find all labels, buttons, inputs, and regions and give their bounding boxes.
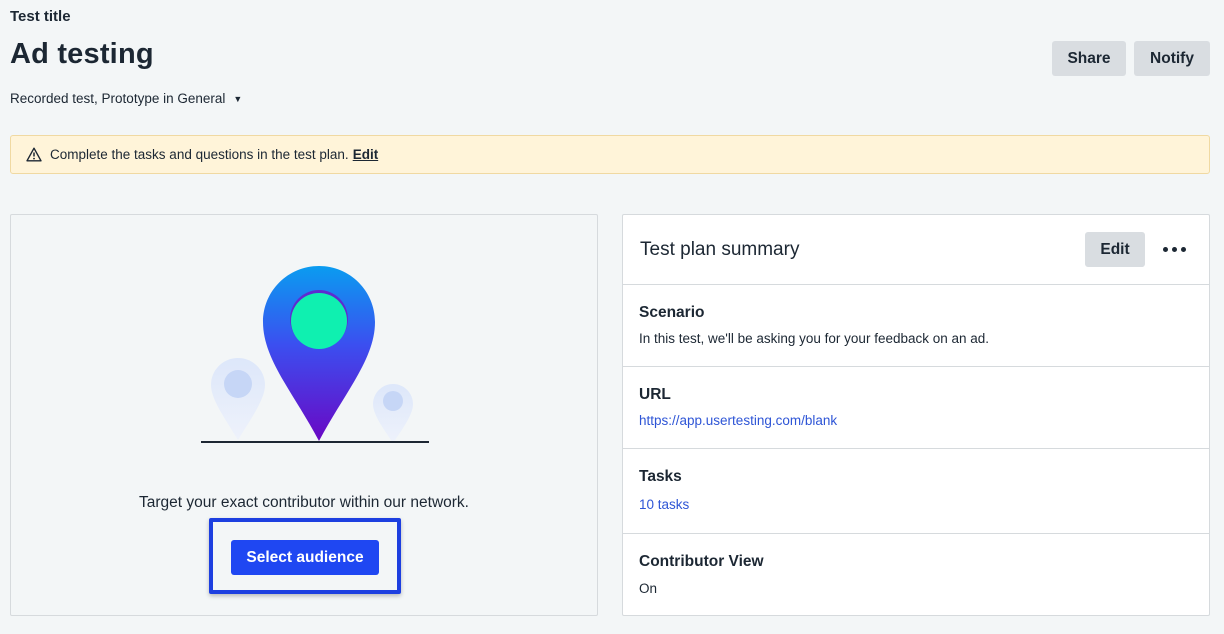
summary-header: Test plan summary Edit — [623, 215, 1209, 285]
scenario-section: Scenario In this test, we'll be asking y… — [623, 285, 1209, 367]
contributor-view-section: Contributor View On — [623, 534, 1209, 616]
url-section: URL https://app.usertesting.com/blank — [623, 367, 1209, 449]
alert-edit-link[interactable]: Edit — [353, 147, 379, 162]
notify-button[interactable]: Notify — [1134, 41, 1210, 76]
caret-down-icon: ▼ — [233, 93, 243, 104]
scenario-value: In this test, we'll be asking you for yo… — [639, 331, 990, 346]
url-link[interactable]: https://app.usertesting.com/blank — [639, 413, 837, 428]
select-audience-highlight: Select audience — [209, 518, 401, 594]
alert-message: Complete the tasks and questions in the … — [50, 147, 349, 162]
scenario-label: Scenario — [639, 304, 705, 321]
url-label: URL — [639, 386, 671, 403]
share-button[interactable]: Share — [1052, 41, 1126, 76]
audience-prompt: Target your exact contributor within our… — [139, 494, 469, 511]
summary-title: Test plan summary — [640, 239, 800, 260]
tasks-section: Tasks 10 tasks — [623, 449, 1209, 534]
tasks-link[interactable]: 10 tasks — [639, 497, 689, 512]
select-audience-button[interactable]: Select audience — [231, 540, 379, 575]
page-title: Ad testing — [10, 38, 154, 70]
contributor-view-value: On — [639, 581, 658, 596]
contributor-view-label: Contributor View — [639, 553, 764, 570]
test-plan-summary-panel: Test plan summary Edit Scenario In this … — [622, 214, 1210, 616]
test-type-dropdown[interactable]: Recorded test, Prototype in General ▼ — [10, 91, 242, 106]
summary-edit-button[interactable]: Edit — [1085, 232, 1145, 267]
audience-panel: Target your exact contributor within our… — [10, 214, 598, 616]
test-plan-alert: Complete the tasks and questions in the … — [10, 135, 1210, 174]
test-title-label: Test title — [10, 8, 71, 25]
tasks-label: Tasks — [639, 468, 682, 485]
more-icon[interactable] — [1157, 237, 1191, 261]
test-type-label: Recorded test, Prototype in General — [10, 91, 226, 106]
warning-icon — [26, 147, 42, 162]
location-pin-illustration — [201, 266, 429, 443]
